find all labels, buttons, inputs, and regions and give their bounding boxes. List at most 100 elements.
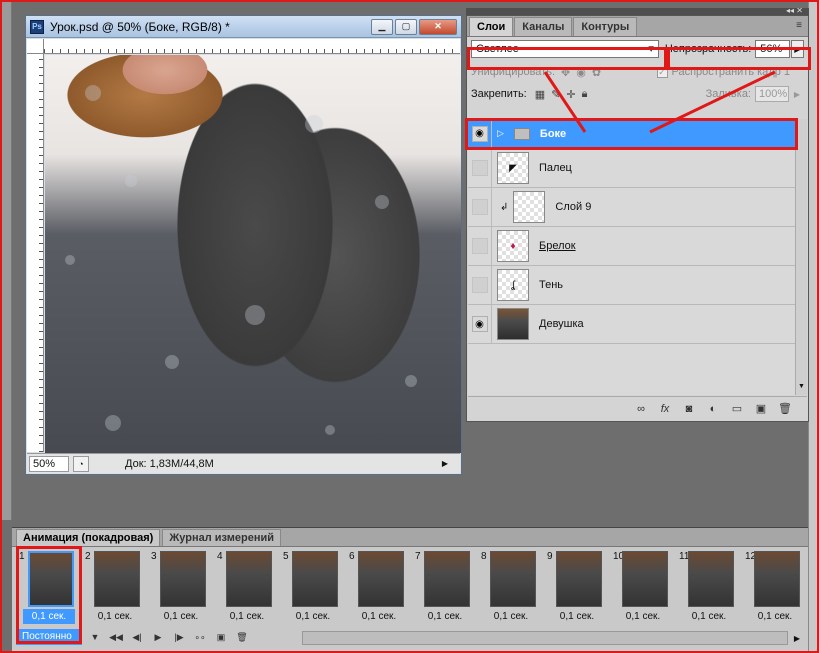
layer-thumbnail: ʆ xyxy=(497,269,529,301)
maximize-button[interactable]: ▢ xyxy=(395,18,417,35)
animation-frame[interactable]: 3 0,1 сек. xyxy=(149,551,211,631)
animation-frame[interactable]: 2 0,1 сек. xyxy=(83,551,145,631)
status-menu-arrow-icon[interactable]: ▶ xyxy=(438,457,452,471)
tab-measurement-log[interactable]: Журнал измерений xyxy=(162,529,282,546)
ruler-corner[interactable] xyxy=(27,39,44,54)
loop-options-select[interactable]: Постоянно xyxy=(16,629,82,645)
new-layer-icon[interactable]: ▣ xyxy=(753,402,769,416)
animation-frame[interactable]: 11 0,1 сек. xyxy=(677,551,739,631)
fill-field[interactable]: 100% xyxy=(755,86,789,102)
link-icon[interactable]: ∞ xyxy=(633,402,649,416)
lock-transparency-icon[interactable]: ▦ xyxy=(535,88,545,101)
frame-thumbnail xyxy=(28,551,74,607)
folder-icon xyxy=(513,127,530,140)
frame-delay-select[interactable]: 0,1 сек. xyxy=(683,609,735,624)
animation-frame[interactable]: 12 0,1 сек. xyxy=(743,551,805,631)
layer-row-brelok[interactable]: ♦ Брелок xyxy=(468,227,796,266)
layer-row-palec[interactable]: ◤ Палец xyxy=(468,149,796,188)
frame-delay-select[interactable]: 0,1 сек. xyxy=(221,609,273,624)
frame-number: 7 xyxy=(415,551,421,562)
propagate-frame-checkbox[interactable]: ✓ xyxy=(656,66,668,78)
frame-delay-select[interactable]: 0,1 сек. xyxy=(419,609,471,624)
layer-row-boke[interactable]: ◉ ▷ Боке xyxy=(468,119,796,149)
opacity-slider-arrow-icon[interactable]: ▶ xyxy=(790,40,804,58)
visibility-toggle[interactable] xyxy=(471,199,488,215)
lock-all-icon[interactable]: 🔒︎ xyxy=(582,88,588,101)
layers-scrollbar[interactable]: ▼ xyxy=(795,119,807,395)
frame-delay-select[interactable]: 0,1 сек. xyxy=(155,609,207,624)
visibility-toggle[interactable] xyxy=(471,277,488,293)
frame-delay-select[interactable]: 0,1 сек. xyxy=(617,609,669,624)
fx-icon[interactable]: fx xyxy=(657,402,673,416)
close-button[interactable]: ✕ xyxy=(419,18,457,35)
animation-frame[interactable]: 4 0,1 сек. xyxy=(215,551,277,631)
frame-delay-select[interactable]: 0,1 сек. xyxy=(485,609,537,624)
layer-thumbnail xyxy=(497,308,529,340)
frame-thumbnail xyxy=(490,551,536,607)
layer-name: Палец xyxy=(539,162,572,174)
lock-position-icon[interactable]: ✛ xyxy=(566,88,575,101)
animation-frame[interactable]: 7 0,1 сек. xyxy=(413,551,475,631)
next-frame-icon[interactable]: |▶ xyxy=(171,630,187,644)
delete-frame-icon[interactable]: 🗑︎ xyxy=(234,630,250,644)
animation-frame[interactable]: 1 0,1 сек. xyxy=(17,551,79,631)
animation-scrollbar[interactable] xyxy=(302,631,788,645)
adjustment-icon[interactable]: ◐ xyxy=(705,402,721,416)
frame-delay-select[interactable]: 0,1 сек. xyxy=(749,609,801,624)
animation-frame[interactable]: 5 0,1 сек. xyxy=(281,551,343,631)
frame-delay-select[interactable]: 0,1 сек. xyxy=(353,609,405,624)
tab-channels[interactable]: Каналы xyxy=(514,17,573,36)
mask-icon[interactable]: ◙ xyxy=(681,402,697,416)
layer-row-ten[interactable]: ʆ Тень xyxy=(468,266,796,305)
panel-menu-icon[interactable]: ≡ xyxy=(796,20,802,31)
minimize-button[interactable]: ▁ xyxy=(371,18,393,35)
frame-delay-select[interactable]: 0,1 сек. xyxy=(287,609,339,624)
play-icon[interactable]: ▶ xyxy=(150,630,166,644)
frames-strip: 1 0,1 сек. 2 0,1 сек. 3 0,1 сек. 4 0,1 сек. 5 0,1… xyxy=(12,547,808,631)
layer-row-devushka[interactable]: ◉ Девушка xyxy=(468,305,796,344)
scroll-right-icon[interactable]: ▶ xyxy=(790,631,804,645)
zoom-level-field[interactable]: 50% xyxy=(29,455,69,472)
trash-icon[interactable]: 🗑︎ xyxy=(777,402,793,416)
tab-animation[interactable]: Анимация (покадровая) xyxy=(16,529,161,546)
unify-position-icon[interactable]: ✥ xyxy=(561,66,570,79)
eye-icon[interactable]: ◉ xyxy=(471,125,488,142)
frame-delay-select[interactable]: 0,1 сек. xyxy=(89,609,141,624)
frame-delay-select[interactable]: 0,1 сек. xyxy=(551,609,603,624)
animation-frame[interactable]: 10 0,1 сек. xyxy=(611,551,673,631)
previous-frame-icon[interactable]: ◀| xyxy=(129,630,145,644)
animation-frame[interactable]: 8 0,1 сек. xyxy=(479,551,541,631)
tab-paths[interactable]: Контуры xyxy=(573,17,638,36)
image-canvas[interactable] xyxy=(45,55,461,453)
group-icon[interactable]: ▭ xyxy=(729,402,745,416)
animation-frame[interactable]: 6 0,1 сек. xyxy=(347,551,409,631)
group-expand-arrow-icon[interactable]: ▷ xyxy=(497,128,504,139)
frame-delay-select[interactable]: 0,1 сек. xyxy=(23,609,75,624)
animation-frame[interactable]: 9 0,1 сек. xyxy=(545,551,607,631)
opacity-field[interactable]: 56% xyxy=(755,40,790,58)
lock-pixels-icon[interactable]: ✎ xyxy=(551,88,560,101)
visibility-toggle[interactable] xyxy=(471,160,488,176)
opacity-label: Непрозрачность: xyxy=(664,43,752,55)
visibility-toggle[interactable] xyxy=(471,238,488,254)
unify-visibility-icon[interactable]: ◉ xyxy=(576,66,586,79)
document-title: Урок.psd @ 50% (Боке, RGB/8) * xyxy=(50,19,230,34)
tab-layers[interactable]: Слои xyxy=(469,17,514,36)
document-titlebar[interactable]: Ps Урок.psd @ 50% (Боке, RGB/8) * ▁ ▢ ✕ xyxy=(26,16,461,38)
clipping-mask-icon: ↲ xyxy=(500,201,509,213)
fill-slider-arrow-icon[interactable]: ▶ xyxy=(790,86,804,102)
blend-mode-value: Светлее xyxy=(476,43,519,55)
blend-mode-select[interactable]: Светлее ▾ xyxy=(471,40,659,58)
duplicate-frame-icon[interactable]: ▣ xyxy=(213,630,229,644)
unify-style-icon[interactable]: ✿ xyxy=(592,66,601,79)
vertical-ruler[interactable] xyxy=(27,54,44,452)
layer-name: Девушка xyxy=(539,318,584,330)
zoom-icon[interactable]: ◔ xyxy=(73,455,89,472)
layer-row-sloi-9[interactable]: ↲ Слой 9 xyxy=(468,188,796,227)
scroll-down-icon[interactable]: ▼ xyxy=(796,383,807,395)
tween-icon[interactable]: ∘∘ xyxy=(192,630,208,644)
first-frame-icon[interactable]: ◀◀ xyxy=(108,630,124,644)
loop-chevron-icon[interactable]: ▼ xyxy=(87,630,103,644)
horizontal-ruler[interactable] xyxy=(44,39,460,54)
eye-icon[interactable]: ◉ xyxy=(471,316,488,332)
